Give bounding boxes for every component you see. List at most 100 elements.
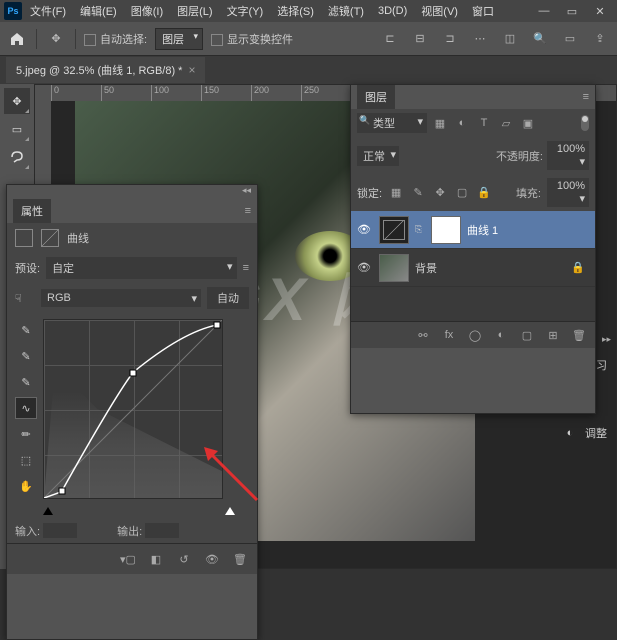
more-icon[interactable]: ⋯ <box>469 28 491 50</box>
align-center-icon[interactable]: ⊟ <box>409 28 431 50</box>
properties-tab[interactable]: 属性 <box>13 199 51 223</box>
panel-menu-icon[interactable]: ≡ <box>245 205 251 217</box>
move-tool-icon[interactable]: ✥ <box>45 28 67 50</box>
link-layers-icon[interactable]: ⚯ <box>415 327 431 343</box>
3d-mode-icon[interactable]: ◫ <box>499 28 521 50</box>
filter-kind-select[interactable]: 类型 <box>357 113 427 133</box>
layer-thumb-image[interactable] <box>379 254 409 282</box>
visibility-icon[interactable]: 👁 <box>355 223 373 236</box>
targeted-adjust-icon[interactable]: ☟ <box>15 292 35 305</box>
layer-mask-icon[interactable]: ◯ <box>467 327 483 343</box>
menu-window[interactable]: 窗口 <box>466 1 500 21</box>
preset-menu-icon[interactable]: ≡ <box>243 262 249 274</box>
adjust-panel-button[interactable]: ◐调整 <box>557 418 617 448</box>
align-right-icon[interactable]: ⊐ <box>439 28 461 50</box>
auto-button[interactable]: 自动 <box>207 287 249 309</box>
smooth-icon[interactable]: ⬚ <box>15 449 37 471</box>
marquee-tool[interactable]: ▭ <box>4 116 30 142</box>
reset-icon[interactable]: ↺ <box>175 550 193 568</box>
channel-select[interactable]: RGB <box>41 289 201 307</box>
close-tab-icon[interactable]: × <box>188 63 195 77</box>
workspace-icon[interactable]: ▭ <box>559 28 581 50</box>
menu-filter[interactable]: 滤镜(T) <box>322 1 370 21</box>
lock-pixels-icon[interactable]: ✎ <box>410 185 426 201</box>
delete-layer-icon[interactable]: 🗑 <box>571 327 587 343</box>
menu-3d[interactable]: 3D(D) <box>372 3 413 19</box>
layers-tab[interactable]: 图层 <box>357 85 395 109</box>
gray-eyedropper-icon[interactable]: ✎ <box>15 345 37 367</box>
preset-select[interactable]: 自定 <box>46 257 237 279</box>
layer-fx-icon[interactable]: fx <box>441 327 457 343</box>
layer-name[interactable]: 曲线 1 <box>467 222 498 238</box>
show-transform-label: 显示变换控件 <box>227 34 293 46</box>
toggle-visibility-icon[interactable]: 👁 <box>203 550 221 568</box>
layer-name[interactable]: 背景 <box>415 260 437 276</box>
menu-file[interactable]: 文件(F) <box>24 1 72 21</box>
collapse-icon[interactable]: ◂◂ <box>7 185 257 199</box>
blend-mode-select[interactable]: 正常 <box>357 146 399 166</box>
lasso-tool[interactable] <box>4 144 30 170</box>
window-minimize-icon[interactable]: — <box>531 1 557 21</box>
move-tool[interactable]: ✥ <box>4 88 30 114</box>
lock-all-icon[interactable]: 🔒 <box>476 185 492 201</box>
filter-type-icon[interactable]: T <box>475 114 493 132</box>
menu-edit[interactable]: 编辑(E) <box>74 1 123 21</box>
curve-point-tool-icon[interactable]: ∿ <box>15 397 37 419</box>
window-restore-icon[interactable]: ▭ <box>559 1 585 21</box>
output-value[interactable] <box>145 523 179 538</box>
opacity-input[interactable]: 100% ▾ <box>547 141 589 170</box>
filter-adjust-icon[interactable]: ◐ <box>453 114 471 132</box>
clip-to-layer-icon[interactable]: ▾▢ <box>119 550 137 568</box>
link-icon[interactable]: ⎘ <box>415 224 425 235</box>
new-layer-icon[interactable]: ⊞ <box>545 327 561 343</box>
layers-panel-header[interactable]: 图层 ≡ <box>351 85 595 109</box>
show-transform-check[interactable]: 显示变换控件 <box>211 31 293 47</box>
layer-mask[interactable] <box>431 216 461 244</box>
filter-toggle[interactable] <box>581 115 589 131</box>
align-left-icon[interactable]: ⊏ <box>379 28 401 50</box>
properties-header[interactable]: 属性 ≡ <box>7 199 257 223</box>
curves-graph[interactable] <box>43 319 223 499</box>
home-icon[interactable] <box>6 28 28 50</box>
curve-point[interactable] <box>213 322 220 329</box>
auto-select-target[interactable]: 图层 <box>155 28 203 50</box>
white-point-handle[interactable] <box>225 507 235 515</box>
curves-adj-icon <box>15 229 33 247</box>
adjustment-title: 曲线 <box>67 230 89 246</box>
adjustment-layer-icon[interactable]: ◐ <box>493 327 509 343</box>
layer-row[interactable]: 👁 ⎘ 曲线 1 <box>351 211 595 249</box>
search-icon[interactable]: 🔍 <box>529 28 551 50</box>
fill-input[interactable]: 100% ▾ <box>547 178 589 207</box>
black-eyedropper-icon[interactable]: ✎ <box>15 319 37 341</box>
curve-point[interactable] <box>130 370 137 377</box>
hand-icon[interactable]: ✋ <box>15 475 37 497</box>
lock-transparency-icon[interactable]: ▦ <box>388 185 404 201</box>
panel-menu-icon[interactable]: ≡ <box>583 91 589 103</box>
filter-pixel-icon[interactable]: ▦ <box>431 114 449 132</box>
layer-thumb-curves[interactable] <box>379 216 409 244</box>
layer-row[interactable]: 👁 背景 🔒 <box>351 249 595 287</box>
auto-select-check[interactable]: 自动选择: <box>84 31 147 47</box>
window-close-icon[interactable]: ✕ <box>587 1 613 21</box>
visibility-icon[interactable]: 👁 <box>355 261 373 274</box>
menu-view[interactable]: 视图(V) <box>415 1 464 21</box>
input-slider[interactable] <box>7 505 257 519</box>
menu-select[interactable]: 选择(S) <box>271 1 320 21</box>
lock-position-icon[interactable]: ✥ <box>432 185 448 201</box>
menu-layer[interactable]: 图层(L) <box>171 1 218 21</box>
share-icon[interactable]: ⇪ <box>589 28 611 50</box>
black-point-handle[interactable] <box>43 507 53 515</box>
group-icon[interactable]: ▢ <box>519 327 535 343</box>
input-value[interactable] <box>43 523 77 538</box>
prev-state-icon[interactable]: ◧ <box>147 550 165 568</box>
filter-shape-icon[interactable]: ▱ <box>497 114 515 132</box>
delete-adjustment-icon[interactable]: 🗑 <box>231 550 249 568</box>
filter-smart-icon[interactable]: ▣ <box>519 114 537 132</box>
white-eyedropper-icon[interactable]: ✎ <box>15 371 37 393</box>
curve-pencil-tool-icon[interactable]: ✏ <box>15 423 37 445</box>
menu-type[interactable]: 文字(Y) <box>221 1 270 21</box>
menu-image[interactable]: 图像(I) <box>125 1 169 21</box>
curve-point[interactable] <box>58 487 65 494</box>
lock-artboard-icon[interactable]: ▢ <box>454 185 470 201</box>
document-tab[interactable]: 5.jpeg @ 32.5% (曲线 1, RGB/8) * × <box>6 57 205 83</box>
